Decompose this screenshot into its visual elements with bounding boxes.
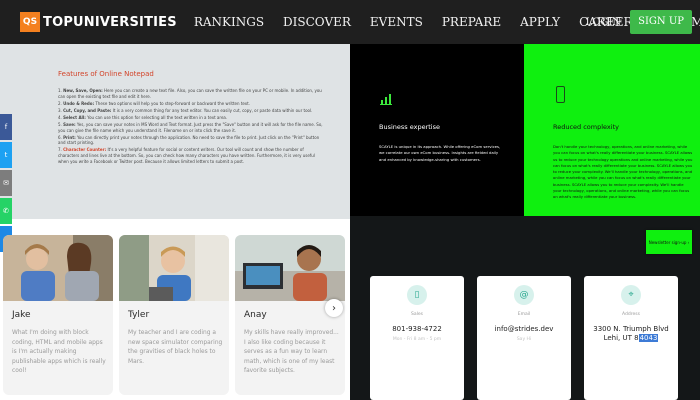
notepad-features-list: 1. New, Save, Open: Here you can create … [58,88,326,166]
story-card[interactable]: Jake What I'm doing with block coding, H… [3,235,113,395]
site-logo[interactable]: QS TOPUNIVERSITIES [20,12,177,32]
qs-logo-badge: QS [20,12,40,32]
email-icon: @ [514,285,534,305]
feature-description: You can use this option for selecting al… [87,114,228,120]
notepad-feature-item: 3. Cut, Copy, and Paste: It is a very co… [58,108,326,114]
notepad-page: Features of Online Notepad 1. New, Save,… [0,44,350,400]
twitter-icon[interactable]: t [0,142,12,168]
student-stories: Jake What I'm doing with block coding, H… [0,235,350,400]
story-name: Tyler [128,310,150,320]
nav-discover[interactable]: DISCOVER [283,15,351,29]
email-address[interactable]: info@strides.dev [477,325,571,333]
reduced-complexity-panel: Reduced complexity Don't handle your tec… [524,44,700,216]
notepad-feature-item: 1. New, Save, Open: Here you can create … [58,88,326,100]
feature-title: Reduced complexity [553,123,619,131]
tyler-photo [119,235,229,301]
nav-account: LOGIN SIGN UP [586,10,692,34]
address-line-1: 3300 N. Triumph Blvd [593,325,669,333]
bar-chart-icon [380,94,392,105]
story-quote: My teacher and I are coding a new space … [128,330,223,365]
contact-label: Sales [411,312,423,317]
feature-text: Don't handle your technology, operations… [553,144,693,200]
social-share-bar: ft✉✆◀ [0,114,12,254]
address-line-2: Lehi, UT 84043 [584,334,678,342]
sales-hours: Mon - Fri 8 am - 5 pm [392,337,442,342]
company-site: Business expertise SCAYLE is unique in i… [350,44,700,400]
top-navbar: QS TOPUNIVERSITIES RANKINGS DISCOVER EVE… [0,0,700,44]
nav-events[interactable]: EVENTS [370,15,423,29]
story-name: Anay [244,310,267,320]
notepad-feature-item: 7. Character Counter: It's a very helpfu… [58,147,326,164]
newsletter-signup-button[interactable]: Newsletter sign-up › [646,230,692,254]
feature-title: Business expertise [379,123,440,131]
business-expertise-panel: Business expertise SCAYLE is unique in i… [350,44,524,216]
logo-text: TOPUNIVERSITIES [43,14,177,30]
address-line-2-text: Lehi, UT 8 [603,334,639,342]
story-card[interactable]: Tyler My teacher and I are coding a new … [119,235,229,395]
notepad-features-title: Features of Online Notepad [58,70,154,78]
notepad-features-section: Features of Online Notepad 1. New, Save,… [0,44,350,219]
feature-description: Yes, you can save your notes in MS Word … [58,121,323,133]
feature-label: Select All: [63,114,86,120]
feature-label: Undo & Redo: [63,100,95,106]
feature-label: Save: [63,121,76,127]
login-link[interactable]: LOGIN [586,17,622,28]
feature-description: These two options will help you to step-… [95,100,250,106]
feature-label: Cut, Copy, and Paste: [63,107,112,113]
notepad-feature-item: 5. Save: Yes, you can save your notes in… [58,122,326,134]
facebook-icon[interactable]: f [0,114,12,140]
feature-description: You can directly print your notes throug… [58,134,320,146]
whatsapp-icon[interactable]: ✆ [0,198,12,224]
email-contact-card: @ Email info@strides.dev Say Hi [477,276,571,400]
sales-contact-card: ▯ Sales 801-938-4722 Mon - Fri 8 am - 5 … [370,276,464,400]
carousel-next-button[interactable]: › [325,299,343,317]
story-quote: What I'm doing with block coding, HTML a… [12,330,106,374]
feature-description: It is a very common thing for any text e… [112,107,313,113]
phone-icon: ▯ [407,285,427,305]
nav-prepare[interactable]: PREPARE [442,15,501,29]
jake-photo [3,235,113,301]
mail-icon[interactable]: ✉ [0,170,12,196]
sales-phone[interactable]: 801-938-4722 [370,325,464,333]
notepad-feature-item: 4. Select All: You can use this option f… [58,115,326,121]
story-quote: My skills have really improved... I also… [244,330,339,374]
nav-rankings[interactable]: RANKINGS [194,15,264,29]
selected-text-highlight: 4043 [638,334,659,342]
feature-label: New, Save, Open: [63,88,103,93]
story-name: Jake [12,310,31,320]
feature-text: SCAYLE is unique in its approach. While … [379,144,501,162]
email-sub: Say Hi [516,337,532,342]
feature-label: Print: [63,134,76,140]
feature-label: Character Counter: [63,147,107,153]
notepad-feature-item: 6. Print: You can directly print your no… [58,135,326,147]
mobile-device-icon [556,86,565,103]
screenshot: QS TOPUNIVERSITIES RANKINGS DISCOVER EVE… [0,0,700,400]
signup-button[interactable]: SIGN UP [630,10,692,34]
contact-label: Email [517,312,531,317]
nav-apply[interactable]: APPLY [520,15,560,29]
anay-photo [235,235,345,301]
location-pin-icon: ⌖ [621,285,641,305]
address-contact-card: ⌖ Address 3300 N. Triumph Blvd Lehi, UT … [584,276,678,400]
contact-label: Address [622,312,640,317]
notepad-feature-item: 2. Undo & Redo: These two options will h… [58,101,326,107]
